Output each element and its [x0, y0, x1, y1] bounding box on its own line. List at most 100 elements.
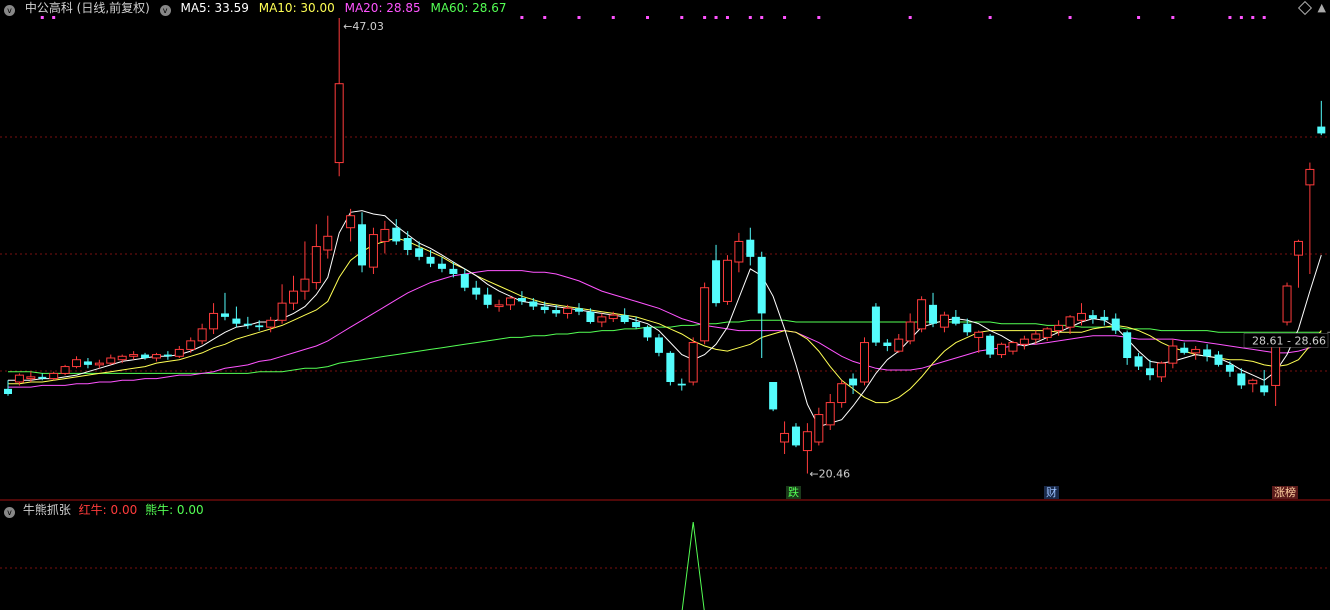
candle-down [243, 323, 252, 326]
signal-marker [783, 16, 787, 19]
candle-up [334, 83, 344, 164]
candle-up [563, 307, 573, 314]
candle-down [232, 318, 241, 324]
candle-up [700, 287, 710, 342]
signal-marker [1228, 16, 1232, 19]
signal-marker [908, 16, 912, 19]
candle-up [1031, 333, 1041, 340]
indicator-green-value: 熊牛: 0.00 [145, 503, 204, 517]
candle-down [552, 310, 561, 314]
candle-up [814, 414, 824, 443]
settings-icon[interactable]: v [159, 5, 171, 16]
chevron-up-icon[interactable]: ▲ [1318, 1, 1326, 14]
candle-down [1260, 385, 1269, 393]
candle-up [289, 290, 298, 304]
signal-marker [760, 16, 764, 19]
candle-down [141, 354, 150, 358]
candle-up [939, 314, 949, 328]
collapse-icon[interactable]: v [4, 507, 15, 518]
candle-down [1237, 373, 1246, 386]
signal-marker [680, 16, 684, 19]
candle-up [266, 319, 276, 328]
candle-down [757, 256, 766, 314]
indicator-legend: v 牛熊抓张 红牛: 0.00 熊牛: 0.00 [4, 502, 208, 518]
signal-marker [988, 16, 992, 19]
candle-up [117, 355, 127, 361]
ma10-line [8, 237, 1322, 404]
candle-up [49, 372, 59, 380]
ma60-label: MA60: 28.67 [430, 1, 507, 15]
candle-up [894, 338, 904, 352]
candle-up [974, 331, 984, 338]
candle-down [849, 378, 858, 386]
candle-down [769, 382, 778, 410]
indicator-red-value: 红牛: 0.00 [78, 503, 138, 517]
candle-down [1134, 356, 1143, 367]
high-annotation: ←47.03 [343, 20, 384, 33]
candle-down [358, 224, 367, 266]
candle-up [1168, 345, 1178, 364]
signal-marker [40, 16, 44, 19]
candle-down [1111, 318, 1120, 331]
candle-up [14, 374, 24, 383]
main-legend: v 中公高科 (日线,前复权) v MA5: 33.59 MA10: 30.00… [4, 0, 513, 16]
signal-marker [1262, 16, 1266, 19]
signal-marker [748, 16, 752, 19]
low-annotation: ←20.46 [809, 468, 850, 481]
signal-marker [1251, 16, 1255, 19]
candle-down [437, 263, 446, 269]
candle-up [186, 340, 196, 350]
candle-down [677, 383, 686, 386]
candle-up [1191, 348, 1201, 354]
signal-marker [1137, 16, 1141, 19]
candle-down [1225, 364, 1234, 372]
candle-down [632, 322, 641, 328]
candle-down [746, 239, 755, 257]
candle-down [1214, 354, 1223, 365]
signal-marker [714, 16, 718, 19]
candle-up [26, 376, 36, 380]
candle-up [380, 228, 390, 242]
fall-tag[interactable]: 跌 [786, 486, 801, 499]
finance-tag[interactable]: 财 [1044, 486, 1059, 499]
signal-marker [1068, 16, 1072, 19]
candle-up [917, 299, 927, 330]
collapse-icon[interactable]: v [4, 5, 15, 16]
candle-up [72, 359, 82, 368]
candle-down [472, 287, 481, 295]
ma5-line [8, 210, 1322, 428]
candle-down [255, 325, 264, 328]
signal-marker [520, 16, 524, 19]
candle-down [620, 315, 629, 322]
candle-up [1293, 240, 1303, 256]
candle-down [517, 298, 526, 302]
candle-up [1282, 285, 1292, 323]
candle-down [1317, 126, 1326, 134]
signal-marker [611, 16, 615, 19]
candle-down [449, 268, 458, 274]
candle-up [734, 240, 744, 263]
candle-down [871, 306, 880, 343]
candle-up [905, 321, 915, 342]
candle-up [837, 383, 847, 404]
candle-up [608, 314, 618, 320]
candle-up [802, 431, 812, 452]
candle-up [1042, 328, 1052, 338]
price-chart[interactable]: ←47.03 ←20.46 28.61 - 28.66 [0, 0, 1330, 610]
candle-down [426, 256, 435, 264]
candle-down [220, 313, 229, 317]
candle-up [597, 316, 607, 323]
candle-up [106, 357, 116, 364]
limit-up-tag[interactable]: 涨榜 [1272, 486, 1298, 499]
candle-up [860, 342, 869, 383]
candle-down [163, 354, 172, 357]
signal-marker [646, 16, 650, 19]
candle-down [4, 388, 12, 394]
candle-down [643, 327, 652, 338]
candle-up [300, 278, 310, 292]
signal-marker [543, 16, 547, 19]
candle-down [483, 294, 492, 305]
candle-down [963, 323, 972, 333]
candle-down [1123, 332, 1132, 358]
signal-marker [1239, 16, 1243, 19]
